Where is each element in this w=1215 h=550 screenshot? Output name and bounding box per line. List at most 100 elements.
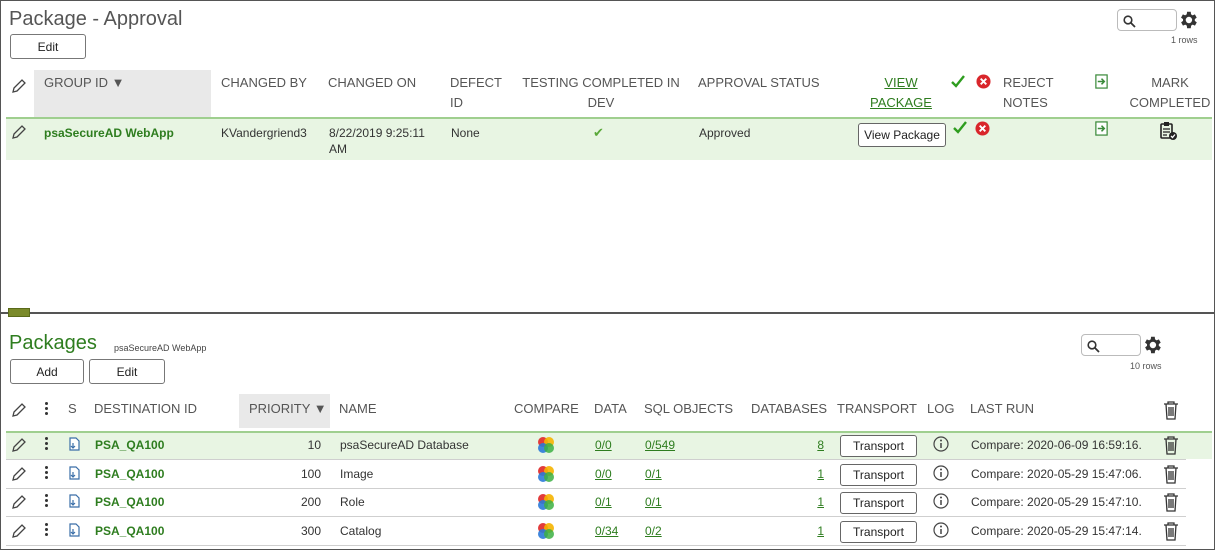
sql-objects-link[interactable]: 0/1 — [645, 494, 662, 510]
destination-id-value[interactable]: PSA_QA100 — [95, 466, 164, 482]
name-value: Image — [340, 467, 374, 481]
approve-icon[interactable] — [952, 120, 968, 136]
compare-icon[interactable] — [536, 492, 556, 512]
col-changed-on[interactable]: CHANGED ON — [328, 73, 416, 93]
col-view-package[interactable]: VIEW PACKAGE — [863, 73, 939, 113]
compare-icon[interactable] — [536, 464, 556, 484]
reject-icon[interactable] — [975, 121, 990, 136]
export-row-icon[interactable] — [1094, 121, 1109, 136]
edit-row-icon[interactable] — [11, 494, 27, 510]
reject-all-icon[interactable] — [976, 74, 991, 89]
delete-row-icon[interactable] — [1162, 521, 1180, 541]
sql-objects-link[interactable]: 0/2 — [645, 523, 662, 539]
more-icon — [45, 402, 49, 417]
info-icon[interactable] — [933, 436, 949, 452]
col-last-run[interactable]: LAST RUN — [970, 399, 1034, 419]
compare-icon[interactable] — [536, 435, 556, 455]
col-reject-notes[interactable]: REJECT NOTES — [1003, 73, 1054, 113]
splitter-handle[interactable] — [8, 308, 30, 317]
edit-row-icon[interactable] — [11, 523, 27, 539]
page-title: Package - Approval — [9, 8, 183, 30]
info-icon[interactable] — [933, 522, 949, 538]
table-row-selected[interactable] — [6, 117, 1212, 160]
packages-rows-count: 10 rows — [1130, 361, 1162, 371]
name-value: Role — [340, 495, 365, 509]
trash-icon[interactable] — [1162, 400, 1180, 420]
packages-title: Packages — [9, 332, 97, 354]
row-menu-icon[interactable] — [45, 494, 49, 509]
databases-link[interactable]: 1 — [791, 466, 824, 482]
priority-value: 100 — [300, 467, 321, 481]
col-transport[interactable]: TRANSPORT — [837, 399, 917, 419]
sql-objects-link[interactable]: 0/1 — [645, 466, 662, 482]
panel-splitter[interactable] — [1, 312, 1214, 314]
gear-icon[interactable] — [1177, 9, 1199, 31]
col-approval-status[interactable]: APPROVAL STATUS — [698, 73, 820, 93]
approve-all-icon[interactable] — [950, 74, 966, 90]
databases-link[interactable]: 1 — [791, 523, 824, 539]
edit-packages-button[interactable]: Edit — [89, 359, 165, 384]
col-name[interactable]: NAME — [339, 399, 377, 419]
data-link[interactable]: 0/0 — [595, 466, 612, 482]
col-changed-by[interactable]: CHANGED BY — [221, 73, 307, 93]
col-log[interactable]: LOG — [927, 399, 954, 419]
databases-link[interactable]: 8 — [791, 437, 824, 453]
col-testing-completed[interactable]: TESTING COMPLETED IN DEV — [518, 73, 684, 113]
sql-objects-link[interactable]: 0/549 — [645, 437, 675, 453]
info-icon[interactable] — [933, 465, 949, 481]
col-destination-id[interactable]: DESTINATION ID — [94, 399, 197, 419]
last-run-value: Compare: 2020-06-09 16:59:16. — [971, 438, 1142, 452]
edit-button[interactable]: Edit — [10, 34, 86, 59]
row-menu-icon[interactable] — [45, 523, 49, 538]
data-link[interactable]: 0/1 — [595, 494, 612, 510]
transport-button[interactable]: Transport — [840, 492, 917, 514]
search-icon — [1087, 340, 1100, 353]
group-id-value[interactable]: psaSecureAD WebApp — [44, 125, 174, 141]
priority-value: 10 — [307, 438, 321, 452]
databases-link[interactable]: 1 — [791, 494, 824, 510]
destination-id-value[interactable]: PSA_QA100 — [95, 523, 164, 539]
mark-completed-icon[interactable] — [1159, 121, 1177, 141]
app-window: Package - Approval Edit 1 rows GROUP ID … — [0, 0, 1215, 550]
row-menu-icon[interactable] — [45, 437, 49, 452]
edit-row-icon[interactable] — [11, 437, 27, 453]
row-divider — [6, 545, 1186, 546]
deploy-status-icon — [69, 523, 80, 537]
col-mark-completed[interactable]: MARK COMPLETED — [1125, 73, 1215, 113]
col-databases[interactable]: DATABASES — [751, 399, 827, 419]
col-data[interactable]: DATA — [594, 399, 627, 419]
destination-id-value[interactable]: PSA_QA100 — [95, 494, 164, 510]
delete-row-icon[interactable] — [1162, 435, 1180, 455]
transport-button[interactable]: Transport — [840, 435, 917, 457]
search-input[interactable] — [1117, 9, 1177, 31]
changed-on-value: 8/22/2019 9:25:11 AM — [329, 126, 425, 156]
transport-button[interactable]: Transport — [840, 521, 917, 543]
view-package-button[interactable]: View Package — [858, 123, 946, 147]
deploy-status-icon — [69, 494, 80, 508]
col-defect-id[interactable]: DEFECT ID — [450, 73, 502, 113]
pencil-icon — [12, 79, 26, 93]
col-group-id[interactable]: GROUP ID ▼ — [44, 73, 125, 93]
last-run-value: Compare: 2020-05-29 15:47:06. — [971, 467, 1142, 481]
compare-icon[interactable] — [536, 521, 556, 541]
delete-row-icon[interactable] — [1162, 492, 1180, 512]
edit-row-icon[interactable] — [11, 124, 27, 140]
destination-id-value[interactable]: PSA_QA100 — [95, 437, 164, 453]
deploy-status-icon — [69, 437, 80, 451]
edit-row-icon[interactable] — [11, 466, 27, 482]
col-compare[interactable]: COMPARE — [514, 399, 579, 419]
transport-button[interactable]: Transport — [840, 464, 917, 486]
info-icon[interactable] — [933, 493, 949, 509]
row-menu-icon[interactable] — [45, 466, 49, 481]
gear-icon[interactable] — [1141, 334, 1163, 356]
col-priority[interactable]: PRIORITY ▼ — [249, 399, 327, 419]
name-value: psaSecureAD Database — [340, 438, 469, 452]
delete-row-icon[interactable] — [1162, 464, 1180, 484]
col-s[interactable]: S — [68, 399, 77, 419]
data-link[interactable]: 0/34 — [595, 523, 618, 539]
data-link[interactable]: 0/0 — [595, 437, 612, 453]
export-icon[interactable] — [1094, 74, 1109, 89]
add-button[interactable]: Add — [10, 359, 84, 384]
packages-search-input[interactable] — [1081, 334, 1141, 356]
col-sql-objects[interactable]: SQL OBJECTS — [644, 399, 733, 419]
